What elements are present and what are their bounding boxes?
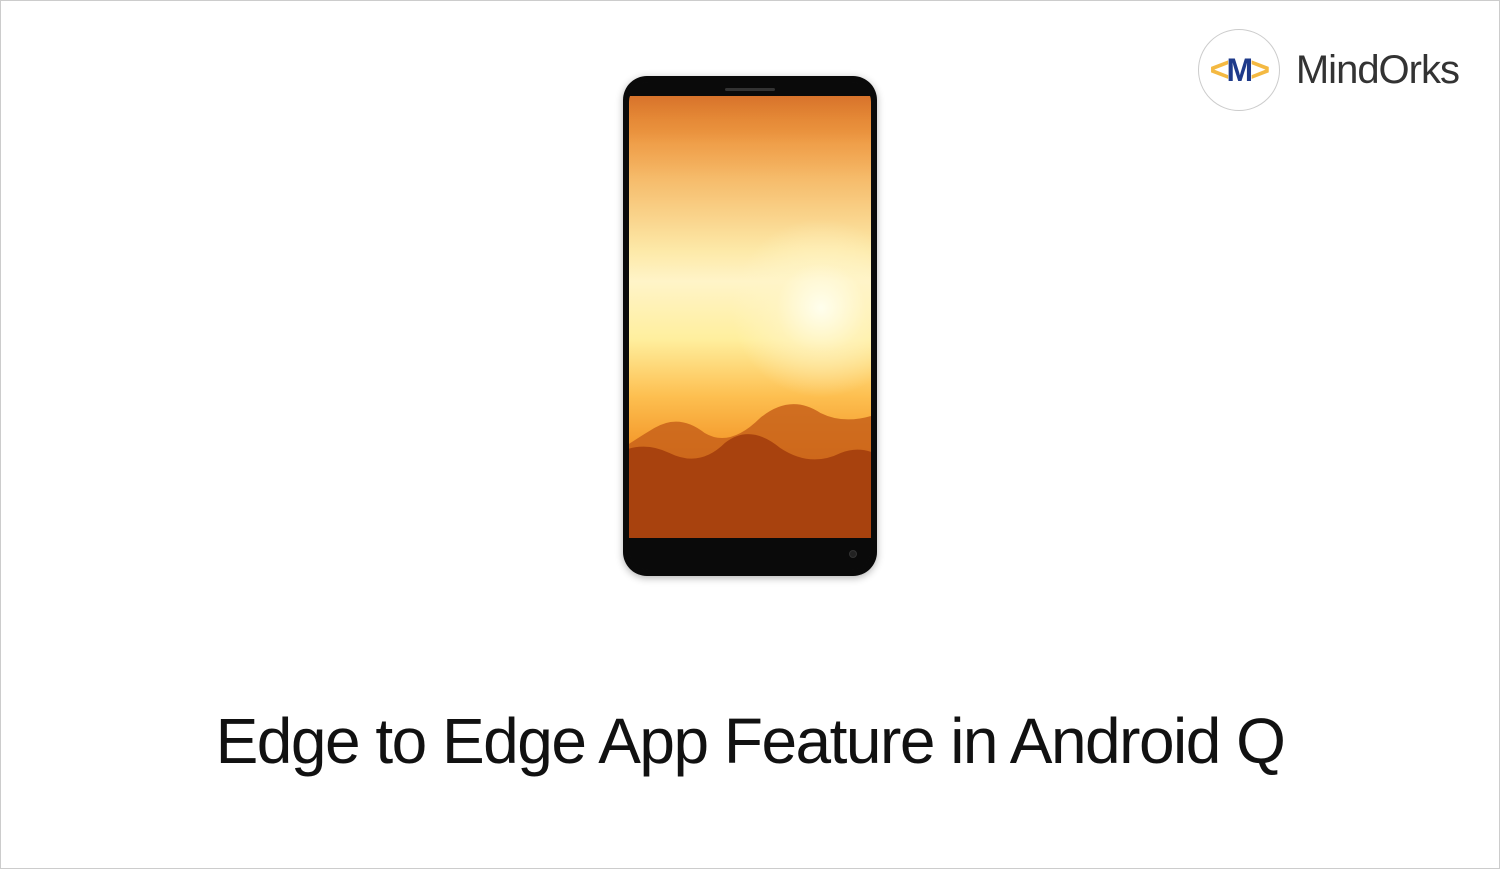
page-title: Edge to Edge App Feature in Android Q (1, 704, 1499, 778)
brand-logo-area: < M > MindOrks (1198, 29, 1459, 111)
banner-container: < M > MindOrks (0, 0, 1500, 869)
brand-name: MindOrks (1296, 48, 1459, 93)
phone-illustration (623, 76, 877, 576)
mountain-front-icon (629, 408, 871, 538)
phone-camera-icon (849, 550, 857, 558)
cloud-gradient (629, 96, 871, 176)
phone-body (629, 82, 871, 570)
brand-logo-icon: < M > (1198, 29, 1280, 111)
phone-top-bezel (629, 82, 871, 96)
logo-bracket-right-icon: > (1250, 51, 1268, 90)
logo-letter-icon: M (1227, 52, 1252, 89)
logo-bracket-left-icon: < (1210, 51, 1228, 90)
phone-speaker-icon (725, 88, 775, 91)
phone-bottom-bezel (629, 538, 871, 570)
phone-frame (623, 76, 877, 576)
phone-screen (629, 96, 871, 538)
